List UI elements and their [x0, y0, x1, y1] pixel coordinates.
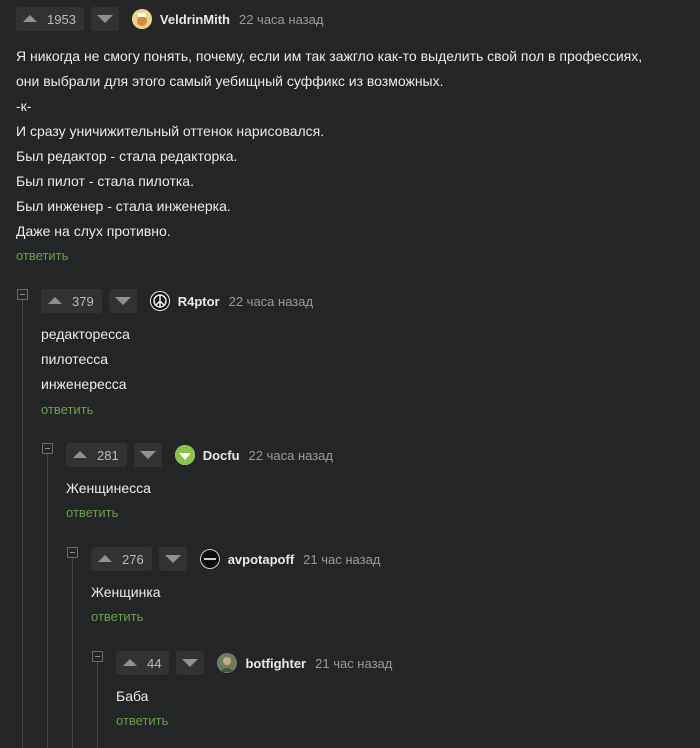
text-line: Был редактор - стала редакторка.: [16, 148, 238, 164]
downvote-button[interactable]: [176, 651, 205, 675]
collapse-toggle[interactable]: [17, 289, 28, 300]
comment-header: 276 avpotapoff 21 час назад: [91, 547, 380, 571]
timestamp[interactable]: 22 часа назад: [229, 294, 313, 309]
upvote-button[interactable]: 379: [41, 289, 102, 313]
reply-link[interactable]: ответить: [91, 609, 380, 624]
reply-link[interactable]: ответить: [16, 248, 642, 263]
text-line: Женщинесса: [66, 480, 151, 496]
upvote-button[interactable]: 281: [66, 443, 127, 467]
collapse-toggle[interactable]: [67, 547, 78, 558]
text-line: Женщинка: [91, 584, 161, 600]
comment-text: Я никогда не смогу понять, почему, если …: [16, 44, 642, 244]
text-line: они выбрали для этого самый уебищный суф…: [16, 73, 444, 89]
comment-header: 1953 VeldrinMith 22 часа назад: [16, 7, 642, 31]
comment: 276 avpotapoff 21 час назад Женщинка отв…: [91, 547, 380, 624]
arrow-down-icon[interactable]: [164, 555, 181, 563]
collapse-toggle[interactable]: [92, 651, 103, 662]
avatar-image: [150, 292, 169, 310]
vote-count: 276: [122, 551, 144, 567]
collapse-toggle[interactable]: [42, 443, 53, 454]
downvote-button[interactable]: [133, 443, 162, 467]
avatar[interactable]: [174, 445, 195, 465]
comment-text: Женщинесса: [66, 476, 333, 501]
text-line: редакторесса: [41, 326, 130, 342]
arrow-up-icon[interactable]: [123, 659, 137, 666]
arrow-down-icon[interactable]: [182, 659, 199, 667]
downvote-button[interactable]: [158, 547, 187, 571]
arrow-down-icon[interactable]: [114, 297, 131, 305]
arrow-up-icon[interactable]: [48, 297, 62, 304]
vote-count: 379: [72, 293, 94, 309]
vote-count: 44: [147, 655, 162, 671]
text-line: Даже на слух противно.: [16, 223, 171, 239]
username[interactable]: Docfu: [203, 448, 240, 463]
username[interactable]: R4ptor: [178, 294, 220, 309]
avatar-image: [217, 653, 238, 673]
text-line: Был инженер - стала инженерка.: [16, 198, 231, 214]
comment-text: Женщинка: [91, 580, 380, 605]
timestamp[interactable]: 22 часа назад: [249, 448, 333, 463]
text-line: И сразу уничижительный оттенок нарисовал…: [16, 123, 325, 139]
vote-count: 1953: [47, 11, 76, 27]
avatar-image: [199, 549, 220, 569]
upvote-button[interactable]: 44: [116, 651, 170, 675]
thread-line[interactable]: [97, 662, 98, 748]
upvote-button[interactable]: 276: [91, 547, 152, 571]
vote-count: 281: [97, 447, 119, 463]
comment-text: Баба: [116, 684, 392, 709]
thread-line[interactable]: [72, 558, 73, 748]
thread-line[interactable]: [47, 454, 48, 748]
reply-link[interactable]: ответить: [66, 505, 333, 520]
text-line: пилотесса: [41, 351, 109, 367]
avatar-image: [131, 9, 152, 29]
comment-header: 44 botfighter 21 час назад: [116, 651, 392, 675]
username[interactable]: botfighter: [245, 656, 306, 671]
arrow-up-icon[interactable]: [23, 15, 37, 22]
text-line: -к-: [16, 98, 32, 114]
text-line: Я никогда не смогу понять, почему, если …: [16, 48, 643, 64]
arrow-up-icon[interactable]: [73, 451, 87, 458]
reply-link[interactable]: ответить: [41, 402, 313, 417]
reply-link[interactable]: ответить: [116, 713, 392, 728]
comment: 281 Docfu 22 часа назад Женщинесса ответ…: [66, 443, 333, 520]
timestamp[interactable]: 22 часа назад: [239, 12, 323, 27]
arrow-up-icon[interactable]: [98, 555, 112, 562]
text-line: Был пилот - стала пилотка.: [16, 173, 194, 189]
timestamp[interactable]: 21 час назад: [303, 552, 380, 567]
avatar[interactable]: [217, 653, 238, 673]
username[interactable]: VeldrinMith: [160, 12, 230, 27]
timestamp[interactable]: 21 час назад: [315, 656, 392, 671]
thread-line[interactable]: [22, 300, 23, 748]
username[interactable]: avpotapoff: [228, 552, 294, 567]
comment-header: 379 R4ptor 22 часа назад: [41, 289, 313, 313]
comment: 44 botfighter 21 час назад Баба ответить: [116, 651, 392, 728]
avatar-image: [174, 445, 195, 465]
avatar[interactable]: [199, 549, 220, 569]
downvote-button[interactable]: [90, 7, 119, 31]
arrow-down-icon[interactable]: [139, 451, 156, 459]
upvote-button[interactable]: 1953: [16, 7, 84, 31]
comment-header: 281 Docfu 22 часа назад: [66, 443, 333, 467]
comment: 1953 VeldrinMith 22 часа назад Я никогда…: [16, 7, 642, 263]
arrow-down-icon[interactable]: [96, 15, 113, 23]
comment-text: редакторесса пилотесса инженересса: [41, 322, 313, 397]
avatar[interactable]: [149, 291, 170, 311]
text-line: Баба: [116, 688, 149, 704]
avatar[interactable]: [131, 9, 152, 29]
downvote-button[interactable]: [108, 289, 137, 313]
comment: 379 R4ptor 22 часа назад редакторесса пи…: [41, 289, 313, 417]
text-line: инженересса: [41, 376, 127, 392]
